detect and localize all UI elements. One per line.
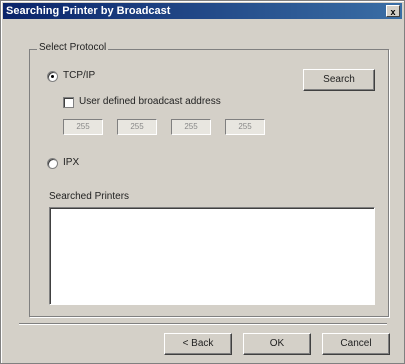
ipx-radio[interactable] [47, 158, 58, 169]
cancel-button[interactable]: Cancel [322, 333, 390, 355]
search-printer-dialog: Searching Printer by Broadcast x Select … [0, 0, 405, 364]
back-button[interactable]: < Back [164, 333, 232, 355]
radio-selected-dot [51, 75, 54, 78]
ok-button[interactable]: OK [243, 333, 311, 355]
footer-divider [19, 323, 387, 325]
search-button[interactable]: Search [303, 69, 375, 91]
ip-octet-field[interactable]: 255 [225, 119, 265, 135]
ipx-label: IPX [63, 157, 80, 168]
user-defined-broadcast-label: User defined broadcast address [79, 96, 221, 107]
back-button-label: < Back [182, 338, 214, 349]
title-bar: Searching Printer by Broadcast x [3, 3, 402, 19]
ip-octet-field[interactable]: 255 [63, 119, 103, 135]
ok-button-label: OK [269, 338, 285, 349]
cancel-button-label: Cancel [340, 338, 372, 349]
tcpip-radio[interactable] [47, 71, 58, 82]
searched-printers-label: Searched Printers [49, 191, 130, 202]
select-protocol-label: Select Protocol [37, 42, 109, 53]
ip-octet-field[interactable]: 255 [117, 119, 157, 135]
search-button-label: Search [323, 74, 355, 85]
searched-printers-list[interactable] [49, 207, 375, 305]
ip-octet-field[interactable]: 255 [171, 119, 211, 135]
tcpip-label: TCP/IP [63, 70, 96, 81]
window-title: Searching Printer by Broadcast [6, 5, 171, 17]
close-icon[interactable]: x [386, 5, 400, 17]
user-defined-broadcast-checkbox[interactable] [63, 97, 74, 108]
